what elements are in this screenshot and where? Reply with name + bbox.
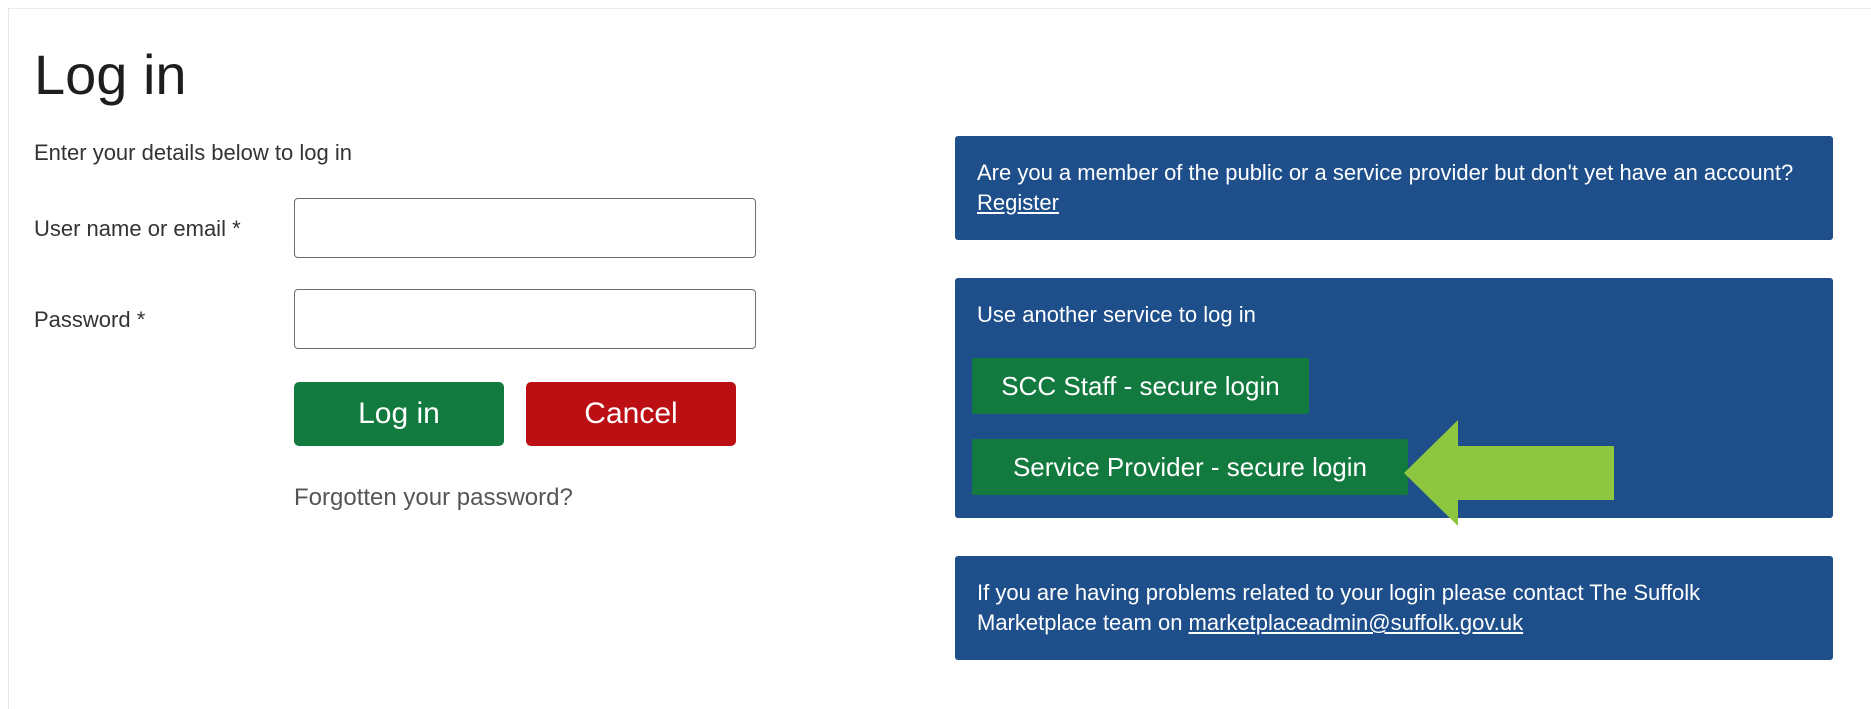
register-text: Are you a member of the public or a serv…	[977, 160, 1794, 185]
password-input[interactable]	[294, 289, 756, 349]
services-panel: Use another service to log in SCC Staff …	[955, 278, 1833, 518]
username-input[interactable]	[294, 198, 756, 258]
page-title: Log in	[34, 43, 187, 106]
left-arrow-icon	[1404, 420, 1614, 526]
register-panel: Are you a member of the public or a serv…	[955, 136, 1833, 240]
services-heading: Use another service to log in	[977, 302, 1256, 327]
contact-email-link[interactable]: marketplaceadmin@suffolk.gov.uk	[1189, 610, 1524, 635]
password-label: Password *	[34, 307, 146, 332]
register-link[interactable]: Register	[977, 190, 1059, 215]
contact-panel: If you are having problems related to yo…	[955, 556, 1833, 660]
service-provider-login-button[interactable]: Service Provider - secure login	[972, 439, 1408, 495]
intro-text: Enter your details below to log in	[34, 140, 352, 165]
login-button[interactable]: Log in	[294, 382, 504, 446]
cancel-button[interactable]: Cancel	[526, 382, 736, 446]
username-label: User name or email *	[34, 216, 241, 241]
scc-staff-login-button[interactable]: SCC Staff - secure login	[972, 358, 1309, 414]
forgot-password-link[interactable]: Forgotten your password?	[294, 484, 573, 512]
